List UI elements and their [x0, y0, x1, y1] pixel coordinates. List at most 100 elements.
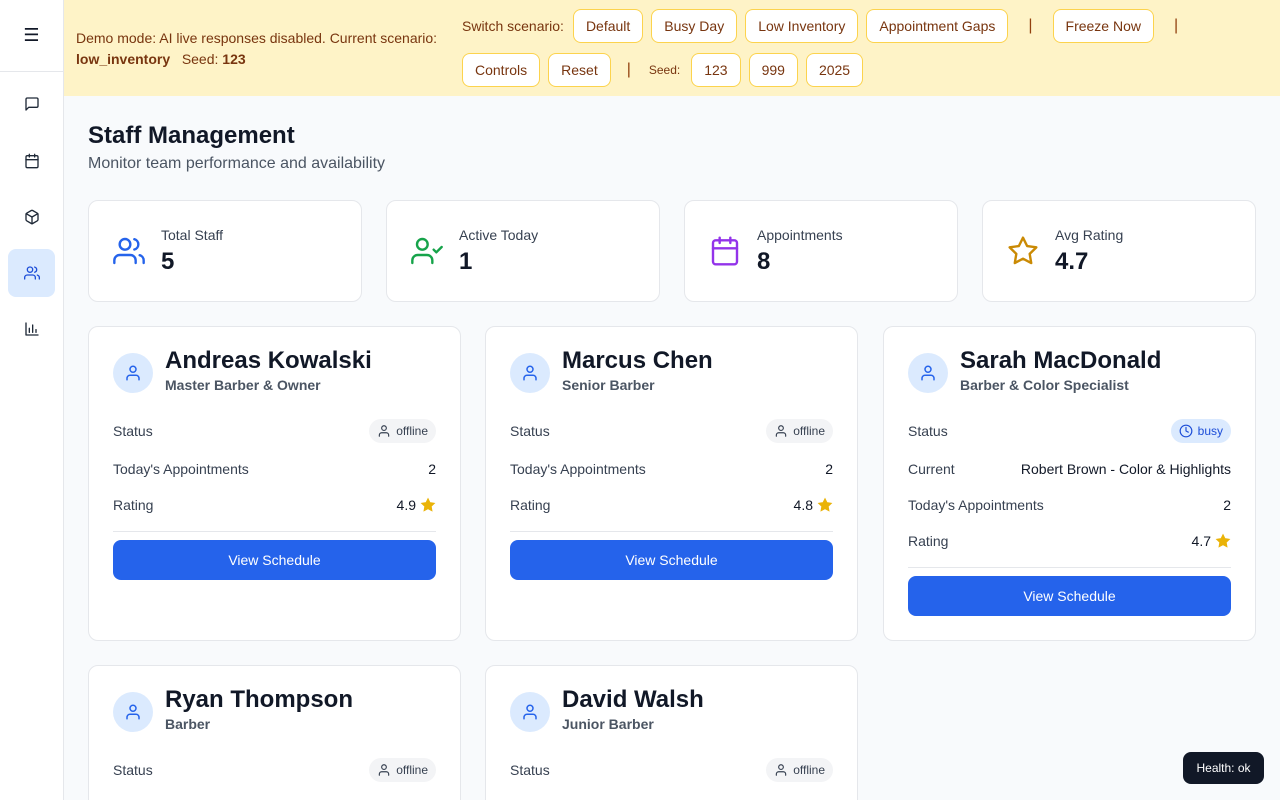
staff-name: David Walsh: [562, 686, 704, 713]
current-scenario: low_inventory: [76, 51, 171, 67]
appointments-label: Today's Appointments: [908, 497, 1044, 513]
avatar: [510, 353, 550, 393]
separator: |: [1173, 17, 1179, 34]
stat-label: Appointments: [757, 227, 843, 243]
reset-button[interactable]: Reset: [548, 53, 611, 87]
staff-name: Sarah MacDonald: [960, 347, 1162, 374]
main-content: Staff Management Monitor team performanc…: [64, 96, 1280, 800]
current-label: Current: [908, 461, 955, 477]
rating-number: 4.8: [793, 497, 813, 513]
calendar-icon: [24, 153, 39, 169]
stat-card-active-today: Active Today 1: [386, 200, 660, 302]
avatar: [113, 692, 153, 732]
seed-999-button[interactable]: 999: [748, 53, 798, 87]
user-icon: [921, 365, 935, 381]
status-text: offline: [396, 424, 428, 438]
status-label: Status: [908, 423, 948, 439]
message-icon: [24, 97, 39, 111]
staff-card: Andreas Kowalski Master Barber & Owner S…: [88, 326, 461, 641]
staff-role: Junior Barber: [562, 716, 654, 732]
status-label: Status: [113, 762, 153, 778]
stat-card-avg-rating: Avg Rating 4.7: [982, 200, 1256, 302]
rating-number: 4.7: [1191, 533, 1211, 549]
view-schedule-button[interactable]: View Schedule: [510, 540, 833, 580]
staff-role: Barber & Color Specialist: [960, 377, 1129, 393]
status-row: Status offline: [510, 758, 833, 782]
user-icon: [126, 365, 140, 381]
seed-label: Seed:: [181, 51, 219, 67]
bar-chart-icon: [24, 322, 39, 336]
rating-label: Rating: [908, 533, 949, 549]
sidebar: ☰: [0, 0, 64, 800]
avatar: [113, 353, 153, 393]
current-row: Current Robert Brown - Color & Highlight…: [908, 457, 1231, 481]
scenario-appointment-gaps-button[interactable]: Appointment Gaps: [866, 9, 1009, 43]
user-icon: [775, 764, 787, 776]
controls-button[interactable]: Controls: [462, 53, 541, 87]
users-icon: [23, 266, 40, 280]
stat-value: 4.7: [1055, 248, 1089, 275]
sidebar-item-chat[interactable]: [8, 80, 55, 128]
star-icon: [817, 497, 833, 512]
user-icon: [775, 425, 787, 437]
status-badge: busy: [1170, 419, 1231, 443]
seed-value: 123: [222, 51, 246, 67]
status-row: Status busy: [908, 419, 1231, 443]
switch-scenario-label: Switch scenario:: [462, 18, 564, 34]
sidebar-item-appointments[interactable]: [8, 137, 55, 185]
page-subtitle: Monitor team performance and availabilit…: [88, 155, 386, 172]
health-status-badge: Health: ok: [1183, 752, 1264, 784]
stat-value: 1: [459, 248, 473, 275]
stat-card-appointments: Appointments 8: [684, 200, 958, 302]
status-label: Status: [113, 423, 153, 439]
current-appointment: Robert Brown - Color & Highlights: [1020, 461, 1231, 477]
rating-number: 4.9: [396, 497, 416, 513]
stat-value: 5: [161, 248, 175, 275]
status-text: offline: [793, 424, 825, 438]
status-badge: offline: [369, 758, 436, 782]
seed-2025-button[interactable]: 2025: [805, 53, 864, 87]
rating-row: Rating 4.7: [908, 529, 1231, 553]
appointments-row: Today's Appointments 2: [113, 457, 436, 481]
sidebar-item-analytics[interactable]: [8, 305, 55, 353]
package-icon: [24, 209, 39, 225]
status-text: busy: [1197, 424, 1223, 438]
rating-value: 4.8: [794, 497, 833, 513]
staff-card: Sarah MacDonald Barber & Color Specialis…: [883, 326, 1256, 641]
divider: [908, 567, 1231, 568]
avatar: [510, 692, 550, 732]
appointments-row: Today's Appointments 2: [510, 457, 833, 481]
staff-role: Senior Barber: [562, 377, 655, 393]
user-icon: [378, 764, 390, 776]
view-schedule-button[interactable]: View Schedule: [113, 540, 436, 580]
user-icon: [523, 704, 537, 720]
staff-card: Marcus Chen Senior Barber Status offline…: [485, 326, 858, 641]
demo-mode-text: Demo mode: AI live responses disabled. C…: [76, 28, 466, 70]
scenario-busy-day-button[interactable]: Busy Day: [651, 9, 738, 43]
star-icon: [1008, 236, 1038, 265]
stat-value: 8: [757, 248, 771, 275]
scenario-default-button[interactable]: Default: [572, 9, 644, 43]
stat-card-total-staff: Total Staff 5: [88, 200, 362, 302]
seed-123-button[interactable]: 123: [691, 53, 741, 87]
status-text: offline: [793, 763, 825, 777]
freeze-now-button[interactable]: Freeze Now: [1052, 9, 1154, 43]
rating-value: 4.7: [1192, 533, 1231, 549]
appointments-value: 2: [1223, 497, 1231, 513]
user-check-icon: [411, 237, 443, 265]
sidebar-item-staff[interactable]: [8, 249, 55, 297]
divider: [510, 531, 833, 532]
menu-icon[interactable]: ☰: [0, 0, 63, 72]
appointments-row: Today's Appointments 2: [908, 493, 1231, 517]
staff-card: Ryan Thompson Barber Status offline: [88, 665, 461, 800]
staff-name: Andreas Kowalski: [165, 347, 372, 374]
status-text: offline: [396, 763, 428, 777]
user-icon: [126, 704, 140, 720]
view-schedule-button[interactable]: View Schedule: [908, 576, 1231, 616]
staff-role: Master Barber & Owner: [165, 377, 321, 393]
appointments-label: Today's Appointments: [510, 461, 646, 477]
page-title: Staff Management: [88, 122, 295, 149]
sidebar-item-inventory[interactable]: [8, 193, 55, 241]
status-badge: offline: [766, 419, 833, 443]
scenario-low-inventory-button[interactable]: Low Inventory: [745, 9, 859, 43]
